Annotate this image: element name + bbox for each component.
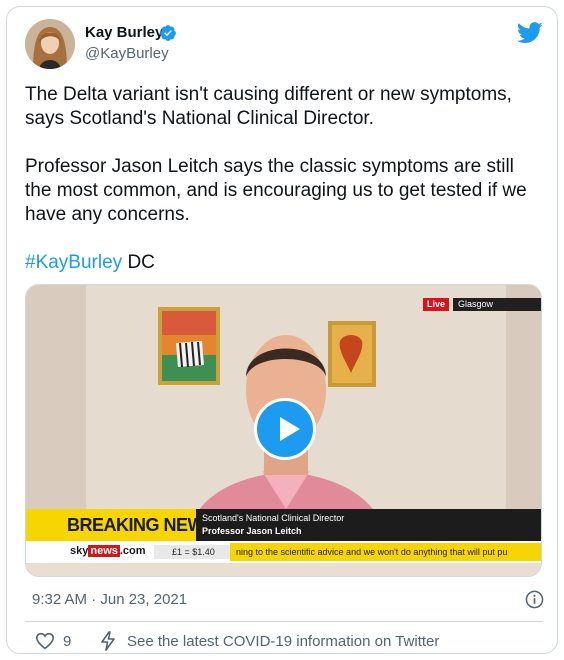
live-location: Glasgow bbox=[453, 298, 541, 311]
news-ticker: sky news .com £1 = $1.40 ning to the scien… bbox=[26, 541, 541, 563]
sky-news-logo: sky news .com bbox=[70, 545, 146, 557]
logo-news: news bbox=[88, 545, 120, 557]
verified-badge-icon bbox=[160, 25, 176, 41]
tweet-card: Kay Burley @KayBurley The Delta variant … bbox=[6, 6, 558, 654]
lightning-icon bbox=[101, 631, 115, 651]
tweet-paragraph-3: #KayBurley DC bbox=[25, 251, 545, 275]
caption-name: Professor Jason Leitch bbox=[202, 526, 302, 536]
logo-com: .com bbox=[119, 545, 146, 557]
play-icon[interactable] bbox=[254, 398, 316, 460]
heart-icon[interactable] bbox=[35, 632, 55, 650]
ticker-text: ning to the scientific advice and we won… bbox=[230, 543, 541, 561]
fx-rate: £1 = $1.40 bbox=[154, 545, 230, 559]
breaking-news-label: BREAKING NEWS bbox=[67, 515, 216, 535]
twitter-bird-icon[interactable] bbox=[517, 22, 543, 44]
author-handle[interactable]: @KayBurley bbox=[85, 45, 169, 62]
hashtag-link[interactable]: #KayBurley bbox=[25, 252, 122, 273]
caption-title: Scotland's National Clinical Director bbox=[202, 513, 345, 523]
news-lower-third: BREAKING NEWS Scotland's National Clinic… bbox=[26, 509, 541, 576]
live-badge: Live bbox=[423, 298, 450, 311]
author-name[interactable]: Kay Burley bbox=[85, 24, 163, 41]
like-count: 9 bbox=[63, 633, 72, 650]
avatar[interactable] bbox=[25, 19, 75, 69]
tweet-text: The Delta variant isn't causing differen… bbox=[25, 83, 545, 299]
tweet-paragraph-2: Professor Jason Leitch says the classic … bbox=[25, 156, 527, 225]
info-icon[interactable] bbox=[525, 590, 544, 609]
divider bbox=[25, 621, 543, 622]
lower-pad bbox=[26, 563, 541, 576]
tweet-paragraph-1: The Delta variant isn't causing differen… bbox=[25, 84, 512, 129]
signoff: DC bbox=[122, 252, 155, 273]
logo-sky: sky bbox=[70, 545, 89, 557]
video-player[interactable]: Live Glasgow BREAKING NEWS Scotland's Na… bbox=[25, 284, 542, 577]
covid-info-link[interactable]: See the latest COVID-19 information on T… bbox=[127, 633, 439, 650]
tweet-timestamp[interactable]: 9:32 AM · Jun 23, 2021 bbox=[32, 591, 187, 608]
